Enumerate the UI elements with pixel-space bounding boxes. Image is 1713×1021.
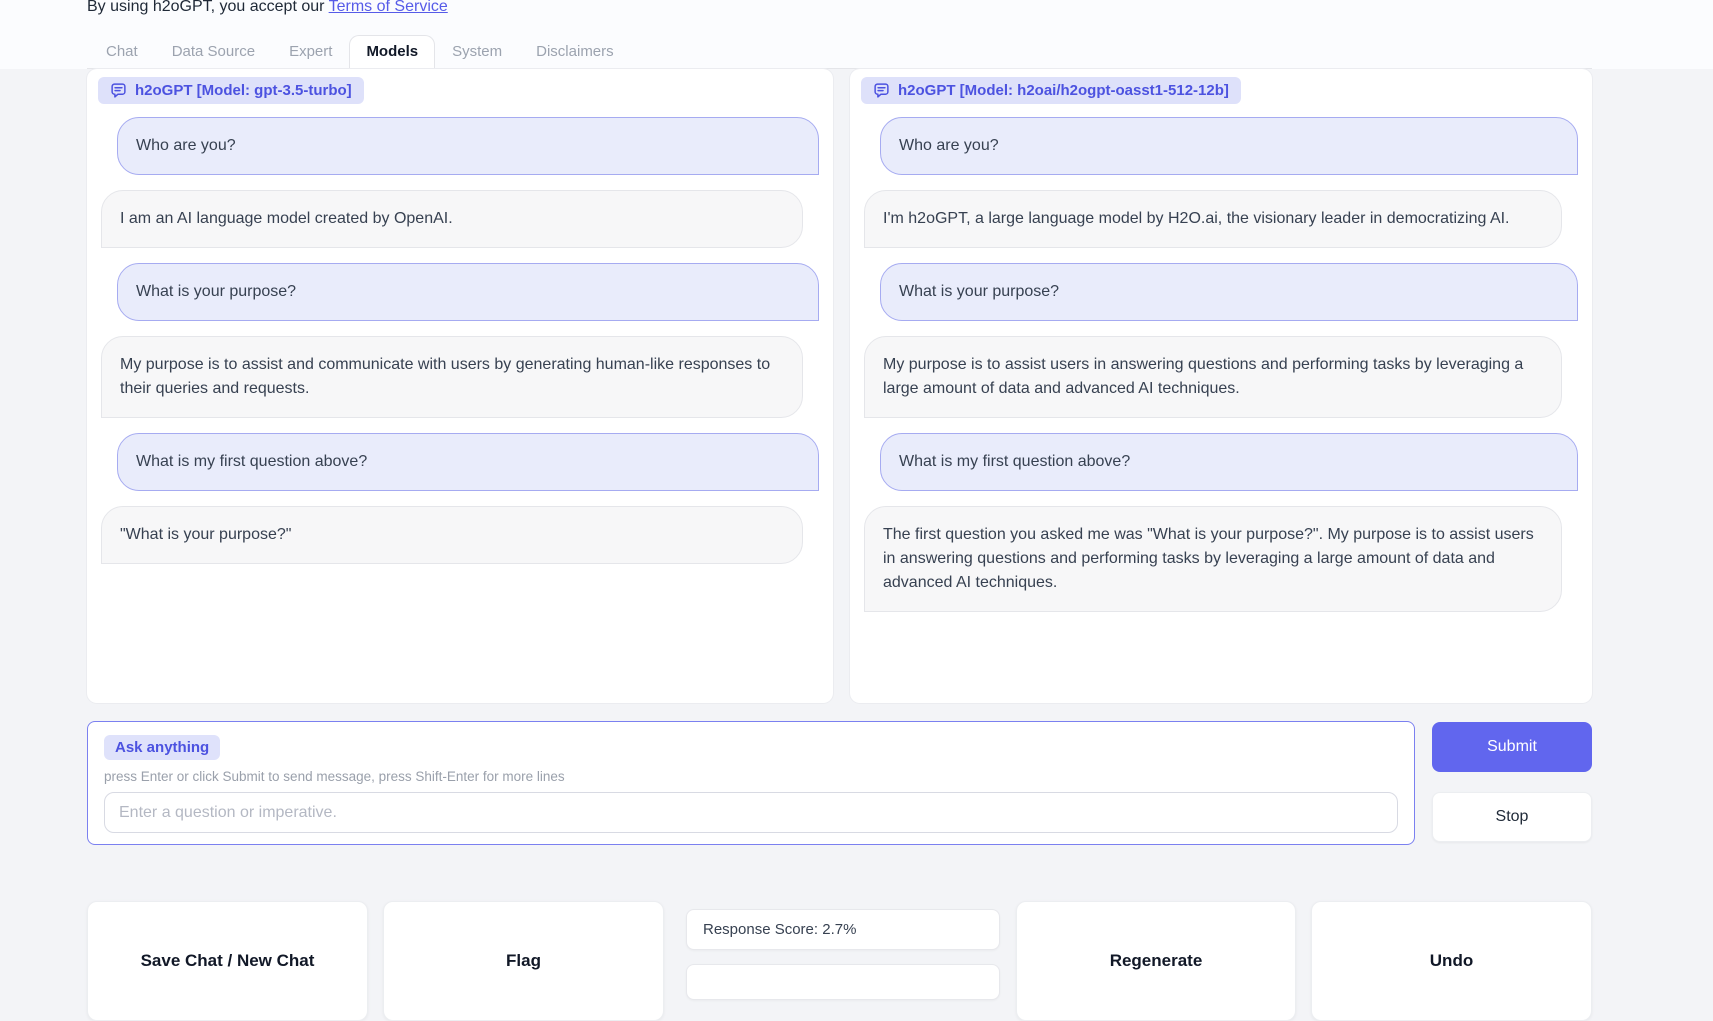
submit-button[interactable]: Submit: [1432, 722, 1592, 772]
save-chat-new-chat-button[interactable]: Save Chat / New Chat: [87, 901, 368, 1021]
chat-message-bot: I am an AI language model created by Ope…: [101, 190, 803, 248]
undo-button[interactable]: Undo: [1311, 901, 1592, 1021]
chat-message-user: What is my first question above?: [880, 433, 1578, 491]
chat-message-bot: "What is your purpose?": [101, 506, 803, 564]
tab-disclaimers[interactable]: Disclaimers: [519, 35, 631, 68]
ask-anything-label: Ask anything: [104, 735, 220, 760]
chat-message-user: What is your purpose?: [880, 263, 1578, 321]
tab-chat[interactable]: Chat: [89, 35, 155, 68]
page-header: By using h2oGPT, you accept our Terms of…: [0, 0, 1713, 69]
model-title: h2oGPT [Model: h2oai/h2ogpt-oasst1-512-1…: [898, 82, 1229, 99]
response-score-box[interactable]: Response Score: 2.7%: [686, 909, 1000, 950]
tab-system[interactable]: System: [435, 35, 519, 68]
ask-anything-block: Ask anything press Enter or click Submit…: [87, 721, 1415, 845]
chat-message-bot: My purpose is to assist and communicate …: [101, 336, 803, 418]
chat-message-bot: I'm h2oGPT, a large language model by H2…: [864, 190, 1562, 248]
model-title-chip: h2oGPT [Model: gpt-3.5-turbo]: [98, 77, 364, 104]
response-score-box-2[interactable]: [686, 964, 1000, 1000]
chat-history: Who are you? I am an AI language model c…: [98, 117, 822, 564]
chat-message-user: Who are you?: [117, 117, 819, 175]
chat-message-user: What is my first question above?: [117, 433, 819, 491]
tab-expert[interactable]: Expert: [272, 35, 349, 68]
stop-button[interactable]: Stop: [1432, 792, 1592, 842]
terms-of-service-notice: By using h2oGPT, you accept our Terms of…: [87, 0, 448, 16]
chat-message-user: Who are you?: [880, 117, 1578, 175]
chat-message-bot: My purpose is to assist users in answeri…: [864, 336, 1562, 418]
response-score-block: Response Score: 2.7%: [686, 901, 1000, 1000]
chat-message-user: What is your purpose?: [117, 263, 819, 321]
tab-bar: Chat Data Source Expert Models System Di…: [87, 36, 1592, 69]
model-title-chip: h2oGPT [Model: h2oai/h2ogpt-oasst1-512-1…: [861, 77, 1241, 104]
model-title: h2oGPT [Model: gpt-3.5-turbo]: [135, 82, 352, 99]
tab-data-source[interactable]: Data Source: [155, 35, 272, 68]
chatbot-panel-h2ogpt-oasst1: h2oGPT [Model: h2oai/h2ogpt-oasst1-512-1…: [850, 69, 1592, 703]
ask-hint-text: press Enter or click Submit to send mess…: [104, 769, 1398, 784]
chat-bubble-icon: [873, 82, 890, 99]
chat-message-bot: The first question you asked me was "Wha…: [864, 506, 1562, 612]
question-input[interactable]: [104, 792, 1398, 833]
terms-of-service-link[interactable]: Terms of Service: [329, 0, 448, 15]
chat-bubble-icon: [110, 82, 127, 99]
tos-text: By using h2oGPT, you accept our: [87, 0, 329, 15]
tab-models[interactable]: Models: [349, 35, 435, 69]
regenerate-button[interactable]: Regenerate: [1016, 901, 1296, 1021]
flag-button[interactable]: Flag: [383, 901, 664, 1021]
chat-history: Who are you? I'm h2oGPT, a large languag…: [861, 117, 1581, 612]
chatbot-panel-gpt-3.5-turbo: h2oGPT [Model: gpt-3.5-turbo] Who are yo…: [87, 69, 833, 703]
